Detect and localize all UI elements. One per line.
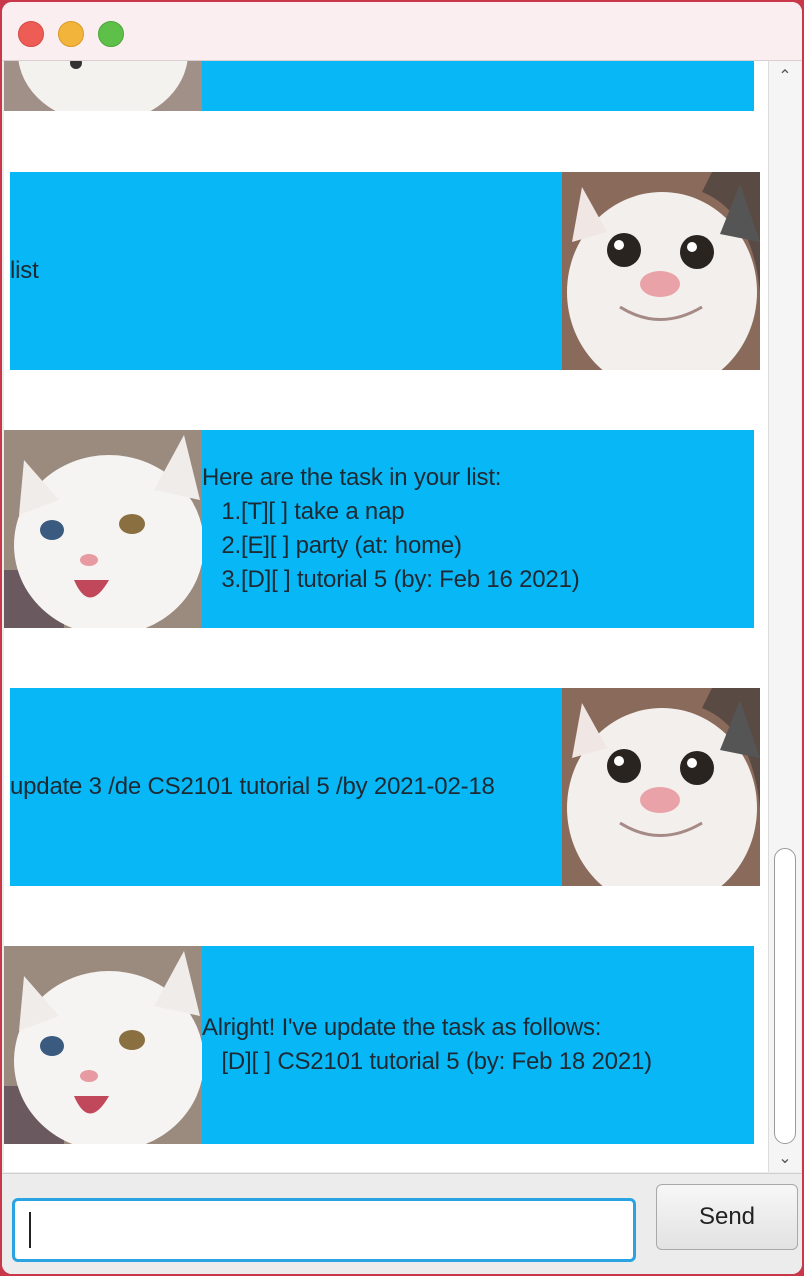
scroll-down-icon[interactable]: ⌄	[777, 1151, 793, 1167]
maximize-button[interactable]	[98, 21, 124, 47]
send-button-label: Send	[698, 1203, 756, 1230]
smiling-cat-icon	[562, 688, 760, 886]
message-bubble: Alright! I've update the task as follows…	[202, 946, 754, 1144]
dialog-box-bot	[4, 61, 768, 111]
white-cat-icon	[4, 430, 202, 628]
input-area: Send	[2, 1173, 802, 1274]
white-cat-icon	[4, 946, 202, 1144]
message-bubble: Here are the task in your list: 1.[T][ ]…	[202, 430, 754, 628]
scroll-up-icon[interactable]: ⌃	[777, 69, 793, 85]
message-bubble	[202, 61, 754, 111]
text-caret	[29, 1212, 31, 1248]
dialog-container: list Here are the task in your list: 1.[…	[4, 61, 768, 1172]
dialog-box-bot: Here are the task in your list: 1.[T][ ]…	[4, 430, 768, 628]
close-button[interactable]	[18, 21, 44, 47]
dialog-box-user: update 3 /de CS2101 tutorial 5 /by 2021-…	[10, 688, 762, 886]
smiling-cat-icon	[562, 172, 760, 370]
dialog-box-bot: Alright! I've update the task as follows…	[4, 946, 768, 1144]
white-cat-icon	[4, 61, 202, 111]
dialog-box-user: list	[10, 172, 762, 370]
title-bar	[2, 2, 802, 61]
scrollbar-thumb[interactable]	[774, 848, 796, 1144]
vertical-scrollbar[interactable]: ⌃ ⌄	[768, 61, 801, 1172]
app-window: list Here are the task in your list: 1.[…	[2, 2, 802, 1274]
minimize-button[interactable]	[58, 21, 84, 47]
message-bubble: list	[10, 172, 562, 370]
send-button[interactable]: Send	[656, 1184, 798, 1250]
user-input-field[interactable]	[12, 1198, 636, 1262]
message-bubble: update 3 /de CS2101 tutorial 5 /by 2021-…	[10, 688, 562, 886]
